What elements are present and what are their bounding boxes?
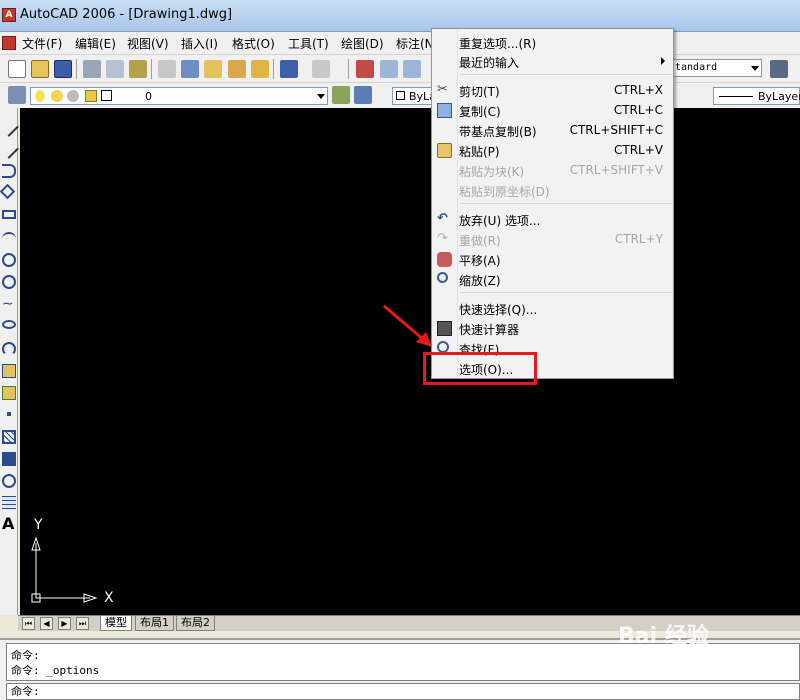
submenu-arrow-icon (661, 57, 665, 65)
menu-item-redo[interactable]: ↷ 重做(R) CTRL+Y (432, 229, 673, 249)
menu-item-label: 重复选项...(R) (459, 37, 537, 51)
menu-item-label: 平移(A) (459, 254, 501, 268)
menu-item-paste-as-block[interactable]: 粘贴为块(K) CTRL+SHIFT+V (432, 160, 673, 180)
copy-icon (437, 103, 452, 118)
menu-item-paste-to-original-coordinates[interactable]: 粘贴到原坐标(D) (432, 180, 673, 200)
undo-icon: ↶ (437, 211, 448, 226)
menu-item-quickcalc[interactable]: 快速计算器 (432, 318, 673, 338)
menu-item-cut[interactable]: ✂ 剪切(T) CTRL+X (432, 80, 673, 100)
menu-item-label: 粘贴(P) (459, 145, 500, 159)
menu-separator (460, 203, 672, 204)
menu-item-label: 重做(R) (459, 234, 501, 248)
first-tab-button[interactable]: ⏮ (22, 617, 35, 630)
command-input[interactable]: 命令: (6, 683, 800, 700)
menu-item-label: 粘贴到原坐标(D) (459, 185, 550, 199)
menu-item-label: 带基点复制(B) (459, 125, 537, 139)
menu-item-shortcut: CTRL+Y (614, 232, 663, 246)
zoom-magnifier-icon (437, 272, 448, 283)
pan-hand-icon (437, 252, 452, 267)
menu-item-label: 剪切(T) (459, 85, 500, 99)
menu-item-zoom[interactable]: 缩放(Z) (432, 269, 673, 289)
last-tab-button[interactable]: ⏭ (76, 617, 89, 630)
menu-item-copy-with-base-point[interactable]: 带基点复制(B) CTRL+SHIFT+C (432, 120, 673, 140)
menu-item-label: 快速选择(Q)... (459, 303, 538, 317)
menu-item-label: 快速计算器 (459, 323, 520, 337)
scissors-icon: ✂ (437, 82, 448, 97)
menu-item-paste[interactable]: 粘贴(P) CTRL+V (432, 140, 673, 160)
menu-item-quick-select[interactable]: 快速选择(Q)... (432, 298, 673, 318)
red-arrow-icon (383, 304, 432, 347)
menu-item-shortcut: CTRL+SHIFT+C (569, 123, 663, 137)
tab-layout1[interactable]: 布局1 (135, 616, 174, 631)
watermark-text: Bai 经验 (618, 624, 709, 649)
next-tab-button[interactable]: ▶ (58, 617, 71, 630)
menu-item-repeat-options[interactable]: 重复选项...(R) (432, 32, 673, 52)
menu-item-shortcut: CTRL+C (613, 103, 663, 117)
menu-item-undo[interactable]: ↶ 放弃(U) 选项... (432, 209, 673, 229)
paste-icon (437, 143, 452, 158)
menu-item-shortcut: CTRL+X (613, 83, 663, 97)
menu-item-shortcut: CTRL+V (614, 143, 663, 157)
ucs-y-label: Y (34, 517, 43, 533)
menu-item-label: 放弃(U) 选项... (459, 214, 541, 228)
menu-item-shortcut: CTRL+SHIFT+V (569, 163, 663, 177)
menu-separator (460, 74, 672, 75)
watermark-url: jingyan.baidu.com (632, 650, 734, 663)
context-menu: 重复选项...(R) 最近的输入 ✂ 剪切(T) CTRL+X 复制(C) CT… (431, 28, 674, 379)
menu-item-copy[interactable]: 复制(C) CTRL+C (432, 100, 673, 120)
menu-item-label: 复制(C) (459, 105, 501, 119)
redo-icon: ↷ (437, 231, 448, 246)
menu-item-recent-input[interactable]: 最近的输入 (432, 51, 673, 71)
menu-item-pan[interactable]: 平移(A) (432, 249, 673, 269)
previous-tab-button[interactable]: ◀ (40, 617, 53, 630)
menu-item-label: 缩放(Z) (459, 274, 501, 288)
options-highlight-box (423, 352, 537, 385)
baidu-jingyan-watermark: Bai 经验 jingyan.baidu.com (618, 618, 734, 663)
menu-separator (460, 292, 672, 293)
menu-item-label: 粘贴为块(K) (459, 165, 525, 179)
menu-item-label: 最近的输入 (459, 56, 520, 70)
command-history-line: 命令: _options (11, 664, 100, 677)
tab-layout2[interactable]: 布局2 (176, 616, 215, 631)
tab-model[interactable]: 模型 (100, 616, 132, 631)
ucs-x-label: X (104, 590, 114, 606)
command-history-line: 命令: (11, 649, 40, 662)
